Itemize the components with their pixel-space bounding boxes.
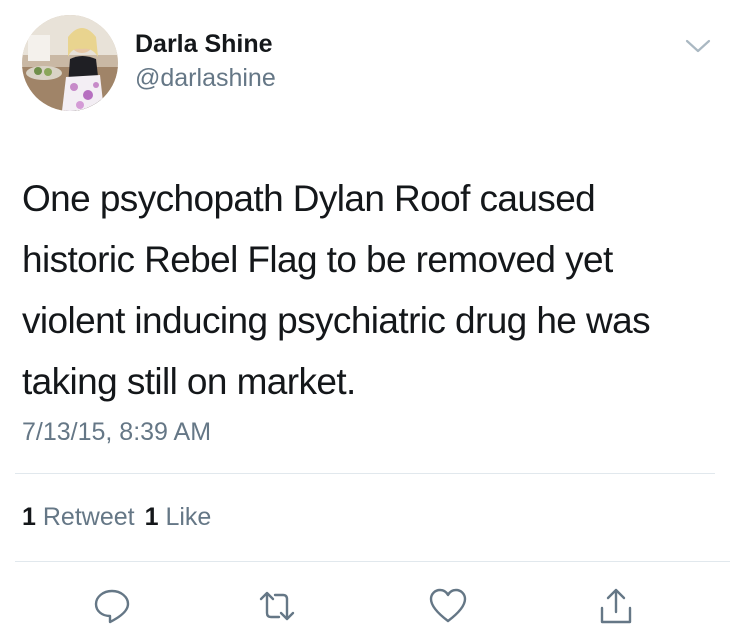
engagement-stats: 1 Retweet 1 Like: [22, 503, 211, 532]
share-icon: [600, 588, 632, 624]
tweet-timestamp: 7/13/15, 8:39 AM: [22, 418, 212, 446]
retweet-count: 1: [22, 503, 36, 531]
retweet-icon: [259, 591, 295, 621]
retweet-stat[interactable]: 1 Retweet: [22, 503, 135, 531]
like-label: Like: [165, 503, 212, 531]
chevron-down-icon[interactable]: [683, 36, 713, 56]
share-button[interactable]: [596, 586, 636, 626]
reply-button[interactable]: [92, 586, 132, 626]
heart-icon: [429, 588, 467, 623]
divider: [15, 473, 715, 474]
divider: [15, 561, 730, 562]
like-count: 1: [144, 503, 159, 531]
tweet-text-line: violent inducing psychiatric drug he was: [22, 300, 651, 341]
reply-icon: [94, 589, 130, 624]
tweet-text-line: taking still on market.: [22, 361, 356, 402]
display-name[interactable]: Darla Shine: [135, 30, 273, 59]
retweet-label: Retweet: [42, 503, 135, 531]
tweet-text-line: One psychopath Dylan Roof caused: [22, 178, 596, 219]
user-handle[interactable]: @darlashine: [135, 64, 276, 93]
avatar-photo: [22, 15, 118, 111]
tweet-text-line: historic Rebel Flag to be removed yet: [22, 239, 613, 280]
like-stat[interactable]: 1 Like: [145, 503, 212, 531]
like-button[interactable]: [428, 586, 468, 626]
avatar[interactable]: [22, 15, 118, 111]
tweet-text: One psychopath Dylan Roof caused histori…: [22, 168, 712, 412]
retweet-button[interactable]: [257, 586, 297, 626]
